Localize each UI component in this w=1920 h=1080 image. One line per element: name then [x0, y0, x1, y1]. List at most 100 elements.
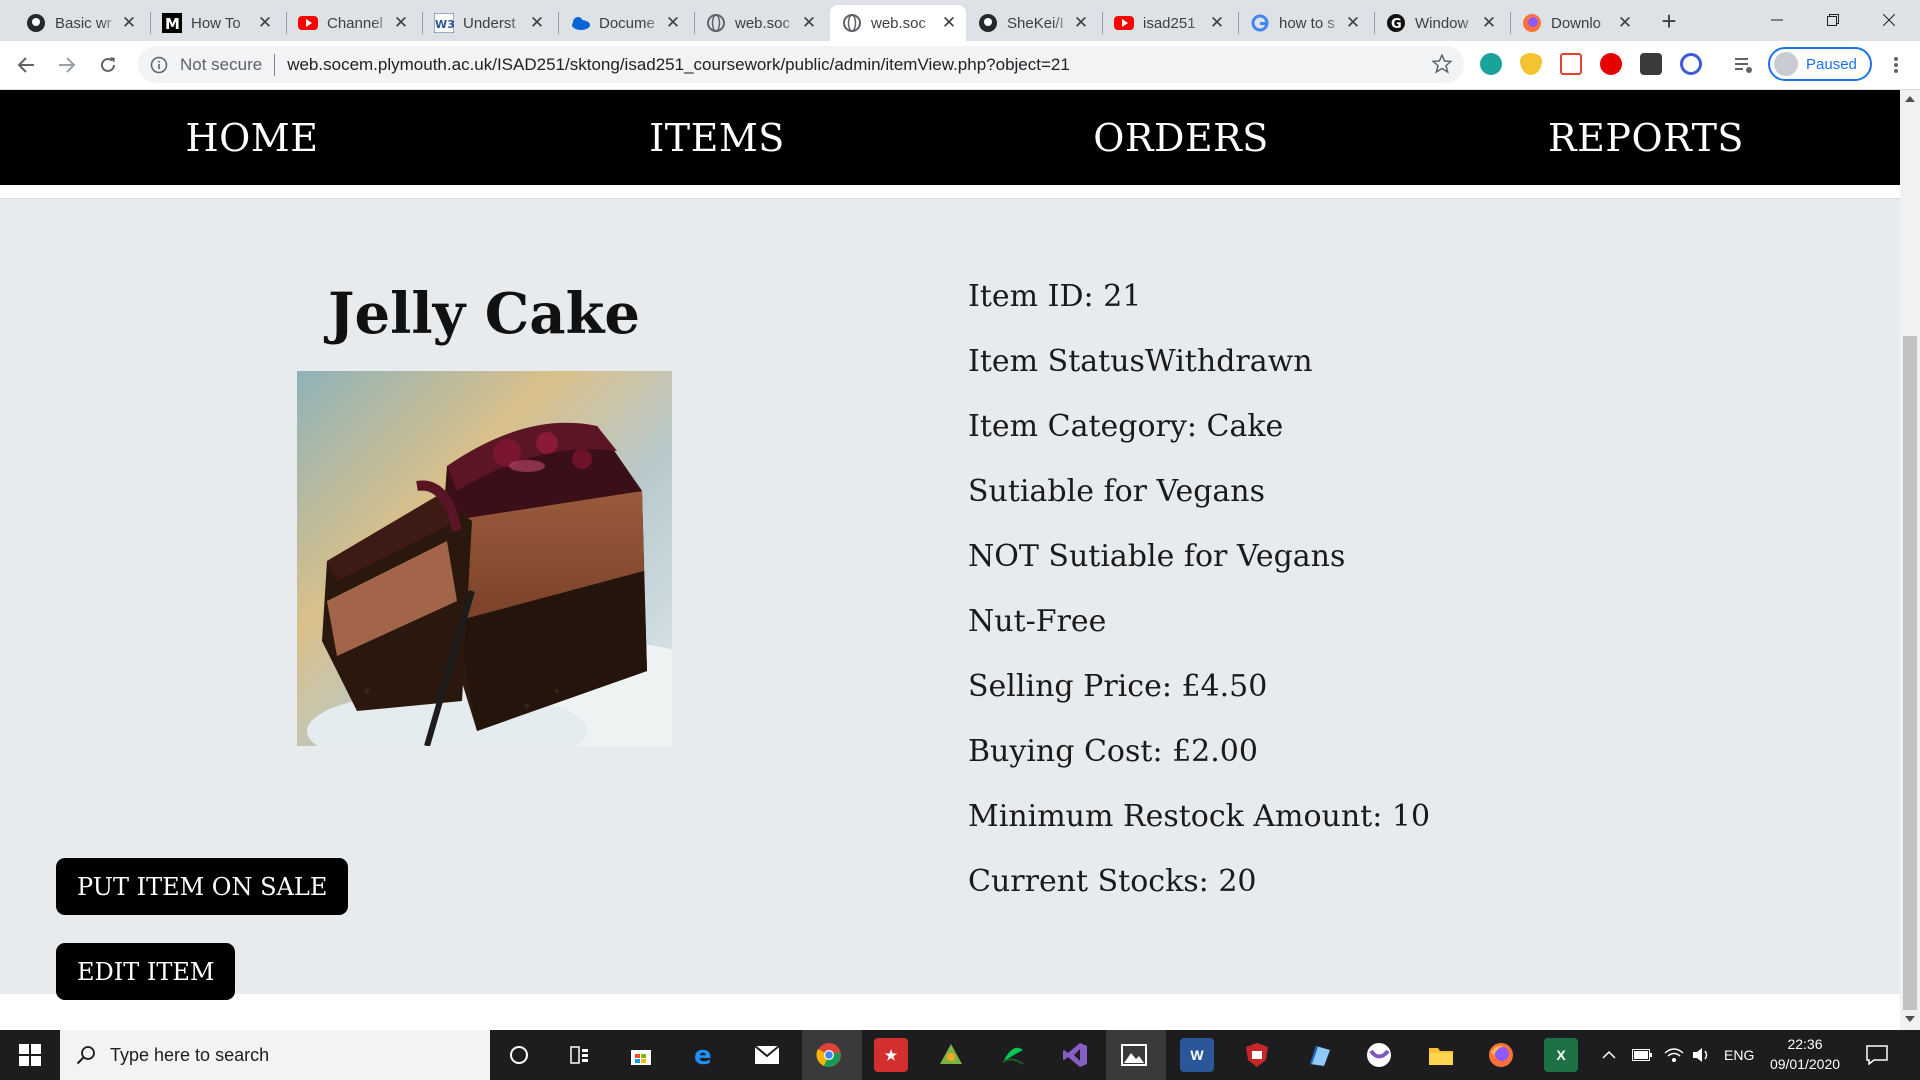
- tab-title: how to s: [1279, 14, 1335, 32]
- page-scrollbar[interactable]: [1900, 90, 1920, 1030]
- volume-icon[interactable]: [1692, 1030, 1712, 1080]
- edit-item-button[interactable]: EDIT ITEM: [56, 943, 236, 1000]
- back-button[interactable]: [10, 49, 42, 81]
- browser-tab[interactable]: Docume ✕: [558, 5, 690, 41]
- start-button[interactable]: [0, 1030, 60, 1080]
- profile-status: Paused: [1806, 55, 1857, 73]
- g-icon: G: [1386, 13, 1406, 33]
- task-view-icon[interactable]: [562, 1038, 596, 1072]
- language-indicator[interactable]: ENG: [1724, 1030, 1754, 1080]
- close-icon[interactable]: ✕: [1072, 14, 1090, 32]
- extension-teal-icon[interactable]: [1480, 53, 1502, 75]
- scroll-down-arrow[interactable]: [1905, 1016, 1915, 1022]
- bookmark-star-icon[interactable]: [1432, 54, 1452, 74]
- app-green2-icon[interactable]: [996, 1038, 1030, 1072]
- action-center-icon[interactable]: [1866, 1030, 1888, 1080]
- media-control-icon[interactable]: [1728, 49, 1760, 81]
- browser-tab[interactable]: how to s ✕: [1238, 5, 1370, 41]
- tab-title: How To: [191, 14, 241, 32]
- close-icon[interactable]: ✕: [1480, 14, 1498, 32]
- firefox-icon: [1522, 13, 1542, 33]
- nav-orders[interactable]: ORDERS: [951, 90, 1411, 185]
- browser-tab[interactable]: web.soc ✕: [694, 5, 826, 41]
- minimize-button[interactable]: [1754, 0, 1800, 40]
- nav-reports[interactable]: REPORTS: [1416, 90, 1876, 185]
- mail-icon[interactable]: [750, 1038, 784, 1072]
- browser-tab[interactable]: M How To ✕: [150, 5, 282, 41]
- extension-eye-icon[interactable]: [1520, 53, 1542, 75]
- scroll-up-arrow[interactable]: [1905, 96, 1915, 102]
- window-close-button[interactable]: [1866, 0, 1912, 40]
- scrollbar-thumb[interactable]: [1903, 336, 1917, 1010]
- close-icon[interactable]: ✕: [528, 14, 546, 32]
- forward-button[interactable]: [51, 49, 83, 81]
- security-label[interactable]: Not secure: [180, 55, 262, 75]
- chrome-icon[interactable]: [812, 1038, 846, 1072]
- extension-camera-icon[interactable]: [1640, 53, 1662, 75]
- search-icon: [76, 1046, 95, 1065]
- menu-kebab-icon[interactable]: [1880, 49, 1912, 81]
- tab-title: Downlo: [1551, 14, 1602, 32]
- nav-items[interactable]: ITEMS: [487, 90, 947, 185]
- close-icon[interactable]: ✕: [800, 14, 818, 32]
- detail-nut-free: Nut-Free: [968, 604, 1107, 639]
- excel-icon[interactable]: X: [1544, 1038, 1578, 1072]
- close-icon[interactable]: ✕: [120, 14, 138, 32]
- word-icon[interactable]: W: [1180, 1038, 1214, 1072]
- detail-item-id: Item ID: 21: [968, 279, 1142, 314]
- app-green-icon[interactable]: [934, 1038, 968, 1072]
- firefox-icon[interactable]: [1484, 1038, 1518, 1072]
- profile-button[interactable]: Paused: [1768, 47, 1872, 81]
- browser-tab[interactable]: Channel ✕: [286, 5, 418, 41]
- info-icon: [150, 56, 168, 73]
- tab-title: Docume: [599, 14, 655, 32]
- address-bar[interactable]: Not secure web.socem.plymouth.ac.uk/ISAD…: [138, 46, 1464, 83]
- browser-tab[interactable]: W3 Underst ✕: [422, 5, 554, 41]
- close-icon[interactable]: ✕: [392, 14, 410, 32]
- wifi-icon[interactable]: [1664, 1030, 1684, 1080]
- extension-opera-icon[interactable]: [1600, 53, 1622, 75]
- detail-item-status: Item StatusWithdrawn: [968, 344, 1313, 379]
- taskbar-search[interactable]: Type here to search: [60, 1030, 490, 1080]
- visual-studio-icon[interactable]: [1058, 1038, 1092, 1072]
- nav-home[interactable]: HOME: [22, 90, 482, 185]
- avatar: [1774, 52, 1798, 76]
- app-red-icon[interactable]: ★: [874, 1038, 908, 1072]
- file-explorer-icon[interactable]: [1424, 1038, 1458, 1072]
- windows-logo-icon: [19, 1044, 41, 1066]
- reload-button[interactable]: [92, 49, 124, 81]
- clock-date: 09/01/2020: [1769, 1056, 1841, 1072]
- browser-tab[interactable]: Downlo ✕: [1510, 5, 1642, 41]
- item-details: Item ID: 21 Item StatusWithdrawn Item Ca…: [968, 277, 1430, 927]
- browser-tab[interactable]: Basic wr ✕: [14, 5, 146, 41]
- restore-button[interactable]: [1810, 0, 1856, 40]
- extension-pocket-icon[interactable]: [1560, 53, 1582, 75]
- app-circle-icon[interactable]: [1362, 1038, 1396, 1072]
- detail-min-restock: Minimum Restock Amount: 10: [968, 799, 1431, 834]
- store-icon[interactable]: [624, 1038, 658, 1072]
- close-icon[interactable]: ✕: [1616, 14, 1634, 32]
- close-icon[interactable]: ✕: [664, 14, 682, 32]
- close-icon[interactable]: ✕: [1208, 14, 1226, 32]
- photos-icon[interactable]: [1117, 1038, 1151, 1072]
- put-item-on-sale-button[interactable]: PUT ITEM ON SALE: [56, 858, 349, 915]
- taskbar-clock[interactable]: 22:36 09/01/2020: [1760, 1034, 1850, 1074]
- close-icon[interactable]: ✕: [940, 14, 958, 32]
- browser-tab-active[interactable]: web.soc ✕: [830, 5, 966, 41]
- extension-block-icon[interactable]: [1680, 53, 1702, 75]
- show-hidden-icons[interactable]: [1602, 1030, 1616, 1080]
- github-icon: [978, 13, 998, 33]
- close-icon[interactable]: ✕: [1344, 14, 1362, 32]
- browser-tab[interactable]: G Window ✕: [1374, 5, 1506, 41]
- close-icon[interactable]: ✕: [256, 14, 274, 32]
- battery-icon[interactable]: [1632, 1030, 1652, 1080]
- app-blue-icon[interactable]: [1302, 1038, 1336, 1072]
- edge-icon[interactable]: e: [688, 1038, 722, 1072]
- browser-tab[interactable]: isad251 ✕: [1102, 5, 1234, 41]
- app-shield-icon[interactable]: [1240, 1038, 1274, 1072]
- url-text[interactable]: web.socem.plymouth.ac.uk/ISAD251/sktong/…: [287, 55, 1070, 75]
- new-tab-button[interactable]: +: [1654, 7, 1684, 37]
- browser-tab-strip: Basic wr ✕ M How To ✕ Channel ✕ W3 Under…: [0, 0, 1920, 41]
- browser-tab[interactable]: SheKei/I ✕: [966, 5, 1098, 41]
- cortana-icon[interactable]: [502, 1038, 536, 1072]
